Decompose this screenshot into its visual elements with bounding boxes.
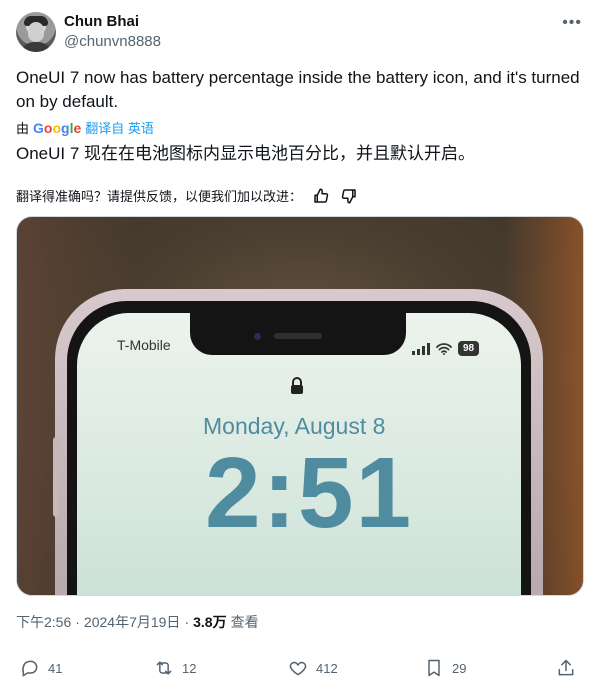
thumbs-up-icon[interactable] [312,187,330,205]
bookmark-icon [428,659,440,677]
lock-screen-date: Monday, August 8 [203,413,386,439]
like-button[interactable]: 412 [288,658,338,678]
post-date[interactable]: 2024年7月19日 [84,612,181,632]
meta-separator: · [184,614,190,630]
lock-icon [291,377,303,394]
post-media-image[interactable]: T-Mobile 98 Monday, August 8 2:51 [16,216,584,596]
repost-count: 12 [182,660,197,676]
avatar[interactable] [16,12,56,52]
bookmark-count: 29 [452,660,467,676]
post-text-original: OneUI 7 now has battery percentage insid… [16,68,580,111]
lock-screen-time: 2:51 [205,437,414,549]
thumbs-down-icon[interactable] [340,187,358,205]
carrier-label: T-Mobile [117,337,171,353]
feedback-prompt: 翻译得准确吗？请提供反馈，以便我们加以改进： [16,189,303,204]
reply-button[interactable]: 41 [20,658,62,678]
post-text-translated: OneUI 7 现在在电池图标内显示电池百分比，并且默认开启。 [16,144,476,163]
action-bar: 41 12 412 29 [0,648,598,692]
phone-notch [190,313,406,355]
wifi-icon [436,342,452,355]
google-logo: Google [33,119,82,136]
view-label: 查看 [230,614,259,630]
post-meta: 下午2:56 · 2024年7月19日 · 3.8万 查看 [16,612,259,632]
translated-by-prefix: 由 [16,121,30,136]
author-name[interactable]: Chun Bhai [64,13,139,30]
signal-icon [412,342,430,355]
reply-count: 41 [48,660,63,676]
reply-icon [22,660,38,677]
phone-status-icons: 98 [412,341,480,356]
bookmark-button[interactable]: 29 [424,658,466,678]
more-dots-icon[interactable]: ••• [562,14,582,32]
battery-percentage-icon: 98 [458,341,480,356]
phone-side-button [53,437,59,517]
translation-feedback: 翻译得准确吗？请提供反馈，以便我们加以改进： [16,186,358,205]
share-button[interactable] [556,658,576,678]
translated-from-link[interactable]: 翻译自 英语 [85,118,154,137]
meta-separator: · [75,614,80,630]
author-handle[interactable]: @chunvn8888 [64,33,161,50]
repost-button[interactable]: 12 [154,658,196,678]
post-header: Chun Bhai @chunvn8888 ••• [16,12,582,56]
translation-attribution: 由 Google 翻译自 英语 [16,118,154,137]
like-count: 412 [316,660,338,676]
repost-icon [156,661,172,675]
share-icon [558,659,574,676]
heart-icon [289,661,307,676]
view-count: 3.8万 [193,614,227,630]
post-time[interactable]: 下午2:56 [16,612,71,632]
